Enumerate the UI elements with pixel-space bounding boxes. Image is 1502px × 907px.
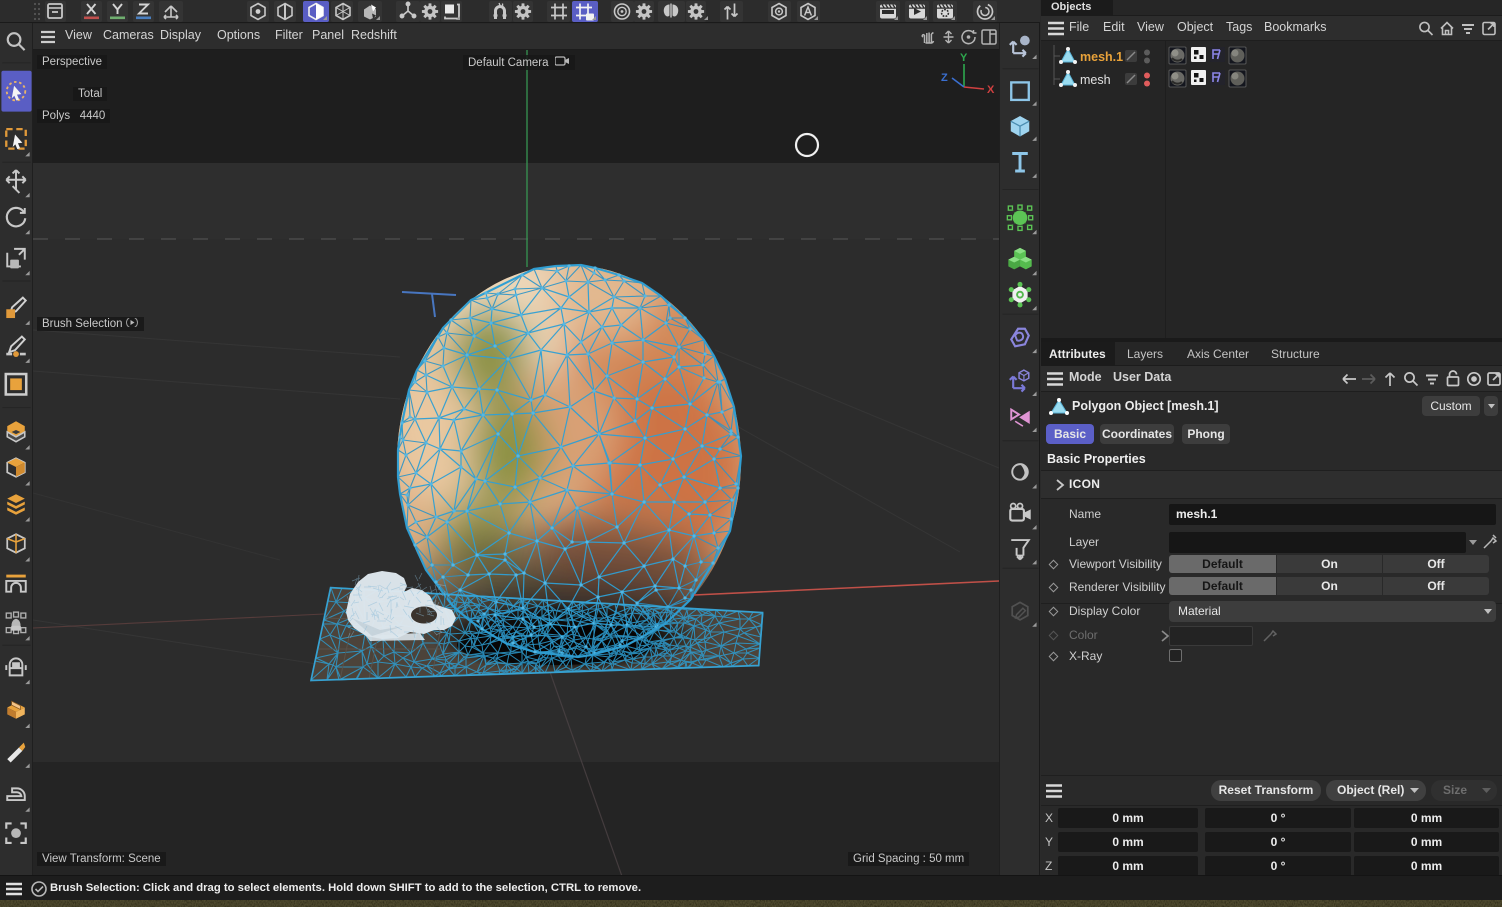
svg-text:mesh.1: mesh.1 [1080,50,1123,64]
svg-text:Y: Y [960,52,968,64]
svg-text:mesh: mesh [1080,73,1111,87]
svg-text:Z: Z [941,72,948,84]
svg-text:X: X [987,84,995,96]
